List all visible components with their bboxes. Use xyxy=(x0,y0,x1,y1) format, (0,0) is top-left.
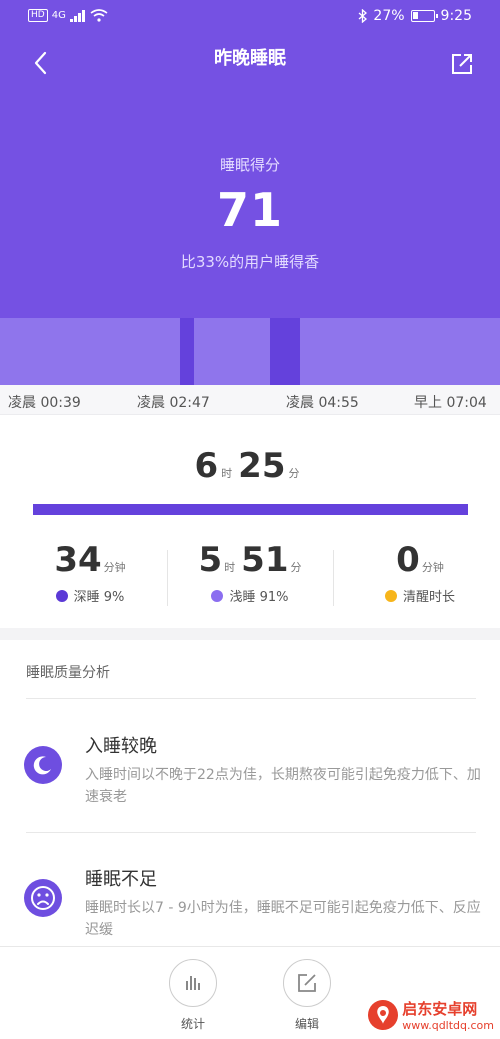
clock: 9:25 xyxy=(440,8,472,24)
divider xyxy=(26,698,476,699)
awake-label: 清醒时长 xyxy=(402,590,455,605)
divider xyxy=(167,550,168,606)
wifi-icon xyxy=(90,9,108,22)
timeline-label: 凌晨 02:47 xyxy=(137,395,210,411)
deep-sleep-dot xyxy=(55,589,68,602)
analysis-item-title: 入睡较晚 xyxy=(85,736,157,757)
status-left: HD 4G xyxy=(28,9,108,22)
network-type: 4G xyxy=(51,10,66,21)
bluetooth-icon xyxy=(358,9,368,23)
watermark-url: www.qdltdq.com xyxy=(402,1019,494,1032)
moon-icon xyxy=(24,746,62,784)
light-sleep-minutes: 51 xyxy=(241,540,289,580)
deep-sleep-segment xyxy=(180,318,194,385)
deep-sleep-value: 34 xyxy=(54,540,102,580)
score-compare: 比33%的用户睡得香 xyxy=(180,253,320,271)
light-sleep-minutes-unit: 分 xyxy=(290,561,302,574)
nav-bar: 昨晚睡眠 xyxy=(0,34,500,84)
status-right: 27% 9:25 xyxy=(358,8,472,24)
header: HD 4G 27% 9:25 昨晚睡眠 睡眠得分 71 比33%的用户睡得香 xyxy=(0,0,500,318)
awake-unit: 分钟 xyxy=(421,561,444,574)
duration-hours-unit: 时 xyxy=(221,467,233,480)
analysis-item-desc: 睡眠时长以7 - 9小时为佳，睡眠不足可能引起免疫力低下、反应迟缓 xyxy=(85,900,481,938)
score-value: 71 xyxy=(216,183,283,237)
light-sleep-hours: 5 xyxy=(198,540,223,580)
edit-icon xyxy=(297,973,316,992)
score-label: 睡眠得分 xyxy=(219,156,280,174)
hd-badge: HD xyxy=(28,9,48,22)
battery-percent: 27% xyxy=(373,8,405,24)
watermark-logo-icon xyxy=(368,1000,399,1030)
sleep-stage-chart[interactable] xyxy=(0,318,500,385)
bar-chart-icon xyxy=(185,975,200,990)
timeline-labels: 凌晨 00:39 凌晨 02:47 凌晨 04:55 早上 07:04 xyxy=(0,385,500,415)
share-out-icon xyxy=(452,54,472,74)
section-separator xyxy=(0,628,500,640)
stats-circle xyxy=(169,959,217,1007)
status-bar: HD 4G 27% 9:25 xyxy=(0,0,500,34)
watermark-text: 启东安卓网 www.qdltdq.com xyxy=(402,998,494,1032)
light-sleep-stat: 5 时 51 分 浅睡 91% xyxy=(175,540,325,612)
analysis-title: 睡眠质量分析 xyxy=(26,665,110,681)
battery-fill xyxy=(412,12,418,19)
awake-dot xyxy=(384,589,397,602)
divider xyxy=(333,550,334,606)
share-button[interactable] xyxy=(450,52,474,76)
duration-minutes-unit: 分 xyxy=(288,467,300,480)
light-sleep-label: 浅睡 91% xyxy=(229,590,289,605)
divider xyxy=(26,832,476,833)
timeline-label: 凌晨 00:39 xyxy=(8,395,81,411)
duration-minutes: 25 xyxy=(238,446,286,486)
sleep-stats: 34 分钟 深睡 9% 5 时 51 分 浅睡 91% 0 分钟 清醒时长 xyxy=(0,540,500,612)
timeline-label: 早上 07:04 xyxy=(414,395,487,411)
analysis-item-late-sleep[interactable]: 入睡较晚 入睡时间以不晚于22点为佳，长期熬夜可能引起免疫力低下、加速衰老 xyxy=(24,732,484,805)
deep-sleep-label: 深睡 9% xyxy=(73,590,125,605)
deep-sleep-segment xyxy=(270,318,300,385)
awake-stat: 0 分钟 清醒时长 xyxy=(350,540,490,612)
watermark: 启东安卓网 www.qdltdq.com xyxy=(368,998,494,1032)
stats-label: 统计 xyxy=(180,1017,205,1031)
light-sleep-dot xyxy=(211,589,224,602)
deep-sleep-unit: 分钟 xyxy=(103,561,126,574)
page-title: 昨晚睡眠 xyxy=(214,48,286,69)
signal-icon xyxy=(69,9,85,22)
light-sleep-hours-unit: 时 xyxy=(224,561,236,574)
edit-circle xyxy=(283,959,331,1007)
analysis-item-insufficient-sleep[interactable]: 睡眠不足 睡眠时长以7 - 9小时为佳，睡眠不足可能引起免疫力低下、反应迟缓 xyxy=(24,865,484,938)
deep-sleep-stat: 34 分钟 深睡 9% xyxy=(20,540,160,612)
sad-face-icon xyxy=(24,879,62,917)
edit-button[interactable]: 编辑 xyxy=(272,959,342,1032)
battery-icon xyxy=(410,10,438,22)
stats-button[interactable]: 统计 xyxy=(158,959,228,1032)
timeline-label: 凌晨 04:55 xyxy=(286,395,359,411)
duration-bar xyxy=(33,504,468,515)
watermark-name: 启东安卓网 xyxy=(402,1000,478,1018)
awake-value: 0 xyxy=(396,540,420,580)
edit-label: 编辑 xyxy=(294,1017,319,1031)
duration-hours: 6 xyxy=(194,446,219,486)
analysis-item-title: 睡眠不足 xyxy=(85,869,157,890)
total-duration: 6 时 25 分 xyxy=(0,446,500,486)
analysis-item-desc: 入睡时间以不晚于22点为佳，长期熬夜可能引起免疫力低下、加速衰老 xyxy=(85,767,481,805)
